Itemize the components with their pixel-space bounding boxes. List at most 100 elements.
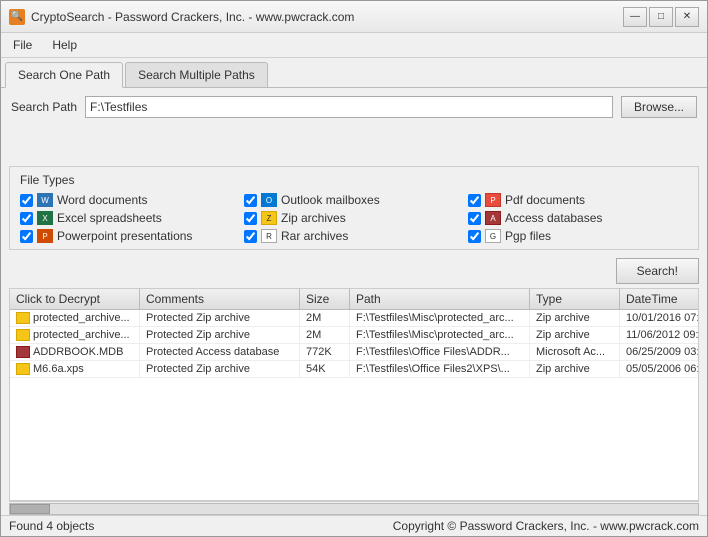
minimize-button[interactable]: — [623, 7, 647, 27]
file-types-label: File Types [20, 173, 688, 187]
cell-type-1: Zip archive [530, 327, 620, 343]
cell-path-1: F:\Testfiles\Misc\protected_arc... [350, 327, 530, 343]
col-path[interactable]: Path [350, 289, 530, 309]
horizontal-scrollbar[interactable] [9, 503, 699, 515]
row-zip-icon [16, 363, 30, 375]
filetype-word[interactable]: W Word documents [20, 193, 240, 207]
col-type[interactable]: Type [530, 289, 620, 309]
word-icon: W [37, 193, 53, 207]
col-datetime[interactable]: DateTime [620, 289, 698, 309]
cell-type-3: Zip archive [530, 361, 620, 377]
results-table: Click to Decrypt Comments Size Path Type… [9, 288, 699, 501]
filetype-zip[interactable]: Z Zip archives [244, 211, 464, 225]
filetype-zip-label: Zip archives [281, 211, 346, 225]
filetype-access[interactable]: A Access databases [468, 211, 688, 225]
checkbox-pdf[interactable] [468, 194, 481, 207]
cell-path-0: F:\Testfiles\Misc\protected_arc... [350, 310, 530, 326]
checkbox-outlook[interactable] [244, 194, 257, 207]
close-button[interactable]: ✕ [675, 7, 699, 27]
status-bar: Found 4 objects Copyright © Password Cra… [1, 515, 707, 536]
search-path-row: Search Path Browse... [1, 88, 707, 126]
cell-comment-2: Protected Access database [140, 344, 300, 360]
filetype-pdf[interactable]: P Pdf documents [468, 193, 688, 207]
cell-comment-0: Protected Zip archive [140, 310, 300, 326]
cell-name-1: protected_archive... [10, 327, 140, 343]
cell-datetime-0: 10/01/2016 07:22:20... [620, 310, 698, 326]
checkbox-rar[interactable] [244, 230, 257, 243]
title-bar: 🔍 CryptoSearch - Password Crackers, Inc.… [1, 1, 707, 33]
cell-comment-1: Protected Zip archive [140, 327, 300, 343]
filetype-pgp[interactable]: G Pgp files [468, 229, 688, 243]
table-row[interactable]: protected_archive... Protected Zip archi… [10, 310, 698, 327]
menu-help[interactable]: Help [44, 35, 85, 55]
checkbox-excel[interactable] [20, 212, 33, 225]
checkbox-ppt[interactable] [20, 230, 33, 243]
tab-search-multiple-paths[interactable]: Search Multiple Paths [125, 62, 268, 87]
search-button[interactable]: Search! [616, 258, 699, 284]
row-zip-icon [16, 312, 30, 324]
browse-button[interactable]: Browse... [621, 96, 697, 118]
filetype-ppt[interactable]: P Powerpoint presentations [20, 229, 240, 243]
file-types-grid: W Word documents O Outlook mailboxes P P… [20, 193, 688, 243]
checkbox-access[interactable] [468, 212, 481, 225]
table-row[interactable]: ADDRBOOK.MDB Protected Access database 7… [10, 344, 698, 361]
table-row[interactable]: protected_archive... Protected Zip archi… [10, 327, 698, 344]
col-comments[interactable]: Comments [140, 289, 300, 309]
filetype-excel-label: Excel spreadsheets [57, 211, 162, 225]
cell-size-2: 772K [300, 344, 350, 360]
filetype-pdf-label: Pdf documents [505, 193, 585, 207]
checkbox-zip[interactable] [244, 212, 257, 225]
menu-file[interactable]: File [5, 35, 40, 55]
window-title: CryptoSearch - Password Crackers, Inc. -… [31, 10, 354, 24]
status-found: Found 4 objects [9, 519, 94, 533]
search-btn-row: Search! [1, 254, 707, 288]
pdf-icon: P [485, 193, 501, 207]
filetype-pgp-label: Pgp files [505, 229, 551, 243]
cell-datetime-2: 06/25/2009 03:59:00... [620, 344, 698, 360]
table-row[interactable]: M6.6a.xps Protected Zip archive 54K F:\T… [10, 361, 698, 378]
menu-bar: File Help [1, 33, 707, 58]
search-path-input[interactable] [85, 96, 613, 118]
maximize-button[interactable]: □ [649, 7, 673, 27]
filetype-rar[interactable]: R Rar archives [244, 229, 464, 243]
checkbox-word[interactable] [20, 194, 33, 207]
cell-path-2: F:\Testfiles\Office Files\ADDR... [350, 344, 530, 360]
cell-comment-3: Protected Zip archive [140, 361, 300, 377]
ppt-icon: P [37, 229, 53, 243]
cell-type-2: Microsoft Ac... [530, 344, 620, 360]
cell-name-3: M6.6a.xps [10, 361, 140, 377]
zip-icon: Z [261, 211, 277, 225]
cell-datetime-1: 11/06/2012 09:52:30... [620, 327, 698, 343]
cell-name-2: ADDRBOOK.MDB [10, 344, 140, 360]
filetype-outlook-label: Outlook mailboxes [281, 193, 380, 207]
filetype-outlook[interactable]: O Outlook mailboxes [244, 193, 464, 207]
row-zip-icon [16, 329, 30, 341]
rar-icon: R [261, 229, 277, 243]
excel-icon: X [37, 211, 53, 225]
cell-datetime-3: 05/05/2006 06:47:02... [620, 361, 698, 377]
pgp-icon: G [485, 229, 501, 243]
tab-search-one-path[interactable]: Search One Path [5, 62, 123, 88]
scrollbar-thumb[interactable] [10, 504, 50, 514]
table-header: Click to Decrypt Comments Size Path Type… [10, 289, 698, 310]
cell-type-0: Zip archive [530, 310, 620, 326]
cell-size-1: 2M [300, 327, 350, 343]
checkbox-pgp[interactable] [468, 230, 481, 243]
cell-size-0: 2M [300, 310, 350, 326]
filetype-excel[interactable]: X Excel spreadsheets [20, 211, 240, 225]
col-size[interactable]: Size [300, 289, 350, 309]
col-name[interactable]: Click to Decrypt [10, 289, 140, 309]
file-types-section: File Types W Word documents O Outlook ma… [9, 166, 699, 250]
filetype-access-label: Access databases [505, 211, 602, 225]
scrollbar-area[interactable] [9, 501, 699, 515]
cell-size-3: 54K [300, 361, 350, 377]
access-icon: A [485, 211, 501, 225]
filetype-word-label: Word documents [57, 193, 148, 207]
outlook-icon: O [261, 193, 277, 207]
filetype-ppt-label: Powerpoint presentations [57, 229, 192, 243]
filetype-rar-label: Rar archives [281, 229, 348, 243]
tabs-bar: Search One Path Search Multiple Paths [1, 58, 707, 88]
table-body: protected_archive... Protected Zip archi… [10, 310, 698, 500]
search-path-label: Search Path [11, 100, 77, 114]
empty-area [1, 126, 707, 166]
